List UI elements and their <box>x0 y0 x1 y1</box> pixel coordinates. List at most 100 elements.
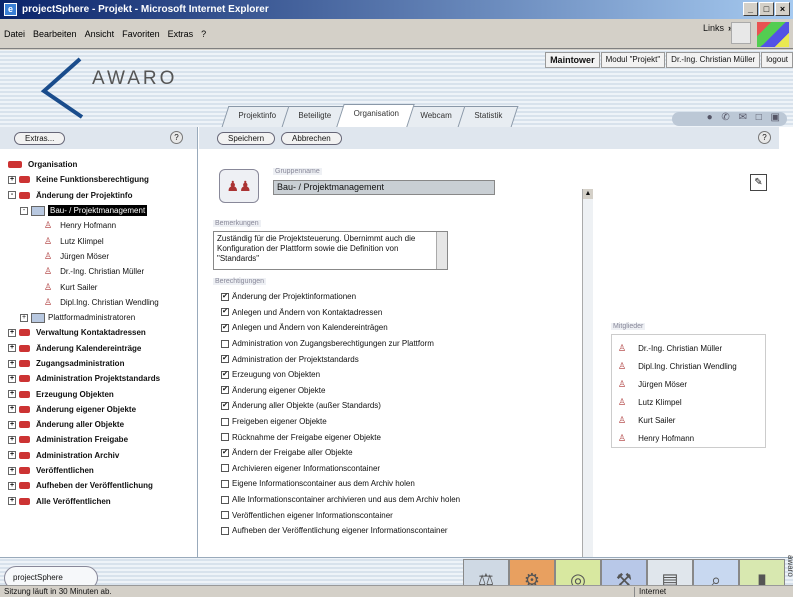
minimize-button[interactable]: _ <box>743 2 758 16</box>
member-item[interactable]: ♙ Jürgen Möser <box>618 375 765 393</box>
permission-row[interactable]: ✔ Anlegen und Ändern von Kontaktadressen <box>221 305 460 321</box>
permission-row[interactable]: Veröffentlichen eigener Informationscont… <box>221 507 460 523</box>
tree-item[interactable]: ♙ Jürgen Möser <box>8 249 197 264</box>
main-scrollbar[interactable]: ▲ <box>582 189 593 597</box>
edit-icon[interactable]: ✎ <box>750 174 767 191</box>
permission-row[interactable]: Aufheben der Veröffentlichung eigener In… <box>221 523 460 539</box>
member-item[interactable]: ♙ Dipl.Ing. Christian Wendling <box>618 357 765 375</box>
toolbar-icon[interactable] <box>731 22 751 44</box>
tree-item[interactable]: + Veröffentlichen <box>8 463 197 478</box>
menu-item-1[interactable]: Bearbeiten <box>33 29 77 39</box>
expand-toggle-icon[interactable]: - <box>8 191 16 200</box>
tree-item[interactable]: + Zugangsadministration <box>8 356 197 371</box>
member-item[interactable]: ♙ Dr.-Ing. Christian Müller <box>618 339 765 357</box>
expand-toggle-icon[interactable]: + <box>8 451 16 460</box>
expand-toggle-icon[interactable]: + <box>8 175 16 184</box>
permission-checkbox[interactable]: ✔ <box>221 355 229 364</box>
tree-item[interactable]: + Änderung Kalendereinträge <box>8 341 197 356</box>
expand-toggle-icon[interactable]: + <box>20 313 28 322</box>
tree-item[interactable]: ♙ Lutz Klimpel <box>8 233 197 248</box>
permission-checkbox[interactable] <box>221 464 229 473</box>
permission-row[interactable]: Rücknahme der Freigabe eigener Objekte <box>221 429 460 445</box>
expand-toggle-icon[interactable]: + <box>8 466 16 475</box>
permission-row[interactable]: ✔ Änderung der Projektinformationen <box>221 289 460 305</box>
save-button[interactable]: Speichern <box>217 131 276 145</box>
tree-item[interactable]: - Bau- / Projektmanagement <box>8 203 197 218</box>
maximize-button[interactable]: □ <box>759 2 774 16</box>
permission-row[interactable]: Alle Informationscontainer archivieren u… <box>221 492 460 508</box>
expand-toggle-icon[interactable]: + <box>8 390 16 399</box>
expand-toggle-icon[interactable]: + <box>8 359 16 368</box>
tree-item[interactable]: ♙ Dr.-Ing. Christian Müller <box>8 264 197 279</box>
permission-checkbox[interactable] <box>221 526 229 535</box>
permission-checkbox[interactable]: ✔ <box>221 292 229 301</box>
tree-item[interactable]: ♙ Kurt Sailer <box>8 279 197 294</box>
tree-item[interactable]: - Änderung der Projektinfo <box>8 188 197 203</box>
tree-item[interactable]: + Aufheben der Veröffentlichung <box>8 478 197 493</box>
member-item[interactable]: ♙ Lutz Klimpel <box>618 393 765 411</box>
permission-row[interactable]: Eigene Informationscontainer aus dem Arc… <box>221 476 460 492</box>
permission-row[interactable]: ✔ Ändern der Freigabe aller Objekte <box>221 445 460 461</box>
member-item[interactable]: ♙ Kurt Sailer <box>618 411 765 429</box>
permission-checkbox[interactable]: ✔ <box>221 448 229 457</box>
expand-toggle-icon[interactable]: + <box>8 344 16 353</box>
tree-item[interactable]: + Alle Veröffentlichen <box>8 494 197 509</box>
permission-row[interactable]: ✔ Änderung eigener Objekte <box>221 383 460 399</box>
tab-statistik[interactable]: Statistik <box>457 106 518 127</box>
modul-label[interactable]: Modul "Projekt" <box>600 52 666 68</box>
tree-item[interactable]: + Administration Projektstandards <box>8 371 197 386</box>
permission-checkbox[interactable]: ✔ <box>221 386 229 395</box>
permission-checkbox[interactable] <box>221 417 229 426</box>
menu-item-5[interactable]: ? <box>201 29 206 39</box>
description-textarea[interactable]: Zuständig für die Projektsteuerung. Über… <box>213 231 448 270</box>
permission-checkbox[interactable] <box>221 511 229 520</box>
tree-item[interactable]: + Administration Archiv <box>8 448 197 463</box>
scroll-up-icon[interactable]: ▲ <box>583 189 593 199</box>
tree-item[interactable]: + Keine Funktionsberechtigung <box>8 172 197 187</box>
tree-item[interactable]: ♙ Dipl.Ing. Christian Wendling <box>8 295 197 310</box>
tree-item[interactable]: + Administration Freigabe <box>8 432 197 447</box>
expand-toggle-icon[interactable]: + <box>8 405 16 414</box>
permission-row[interactable]: Administration von Zugangsberechtigungen… <box>221 336 460 352</box>
expand-toggle-icon[interactable]: + <box>8 374 16 383</box>
permission-checkbox[interactable] <box>221 479 229 488</box>
help-icon[interactable]: ? <box>170 131 183 144</box>
help-icon[interactable]: ? <box>758 131 771 144</box>
permission-checkbox[interactable]: ✔ <box>221 370 229 379</box>
expand-toggle-icon[interactable]: + <box>8 497 16 506</box>
logout-button[interactable]: logout <box>761 52 793 68</box>
permission-row[interactable]: ✔ Änderung aller Objekte (außer Standards… <box>221 398 460 414</box>
expand-toggle-icon[interactable]: + <box>8 420 16 429</box>
tab-organisation[interactable]: Organisation <box>335 104 415 127</box>
expand-toggle-icon[interactable]: + <box>8 481 16 490</box>
permission-row[interactable]: Freigeben eigener Objekte <box>221 414 460 430</box>
icon-strip[interactable]: ● ✆ ✉ □ ▣ <box>672 112 787 126</box>
tree-item[interactable]: + Plattformadministratoren <box>8 310 197 325</box>
tree-item[interactable]: + Verwaltung Kontaktadressen <box>8 325 197 340</box>
expand-toggle-icon[interactable]: + <box>8 435 16 444</box>
tree-item[interactable]: + Änderung eigener Objekte <box>8 402 197 417</box>
close-button[interactable]: × <box>775 2 790 16</box>
expand-toggle-icon[interactable]: - <box>20 206 28 215</box>
maintower-button[interactable]: Maintower <box>545 52 600 68</box>
permission-checkbox[interactable] <box>221 339 229 348</box>
permission-row[interactable]: ✔ Anlegen und Ändern von Kalendereinträge… <box>221 320 460 336</box>
permission-checkbox[interactable]: ✔ <box>221 401 229 410</box>
extras-button[interactable]: Extras... <box>14 131 66 145</box>
menu-item-3[interactable]: Favoriten <box>122 29 160 39</box>
menu-item-2[interactable]: Ansicht <box>85 29 115 39</box>
tree-item[interactable]: ♙ Henry Hofmann <box>8 218 197 233</box>
links-toolbar[interactable]: Links» <box>703 23 733 33</box>
permission-row[interactable]: ✔ Administration der Projektstandards <box>221 351 460 367</box>
permission-checkbox[interactable]: ✔ <box>221 308 229 317</box>
member-item[interactable]: ♙ Henry Hofmann <box>618 429 765 447</box>
groupname-field[interactable]: Bau- / Projektmanagement <box>273 180 495 195</box>
expand-toggle-icon[interactable]: + <box>8 328 16 337</box>
tree-root[interactable]: Organisation <box>8 157 197 172</box>
permission-row[interactable]: ✔ Erzeugung von Objekten <box>221 367 460 383</box>
menu-item-4[interactable]: Extras <box>168 29 194 39</box>
permission-checkbox[interactable] <box>221 433 229 442</box>
tree-item[interactable]: + Änderung aller Objekte <box>8 417 197 432</box>
permission-checkbox[interactable]: ✔ <box>221 323 229 332</box>
tree-item[interactable]: + Erzeugung Objekten <box>8 386 197 401</box>
